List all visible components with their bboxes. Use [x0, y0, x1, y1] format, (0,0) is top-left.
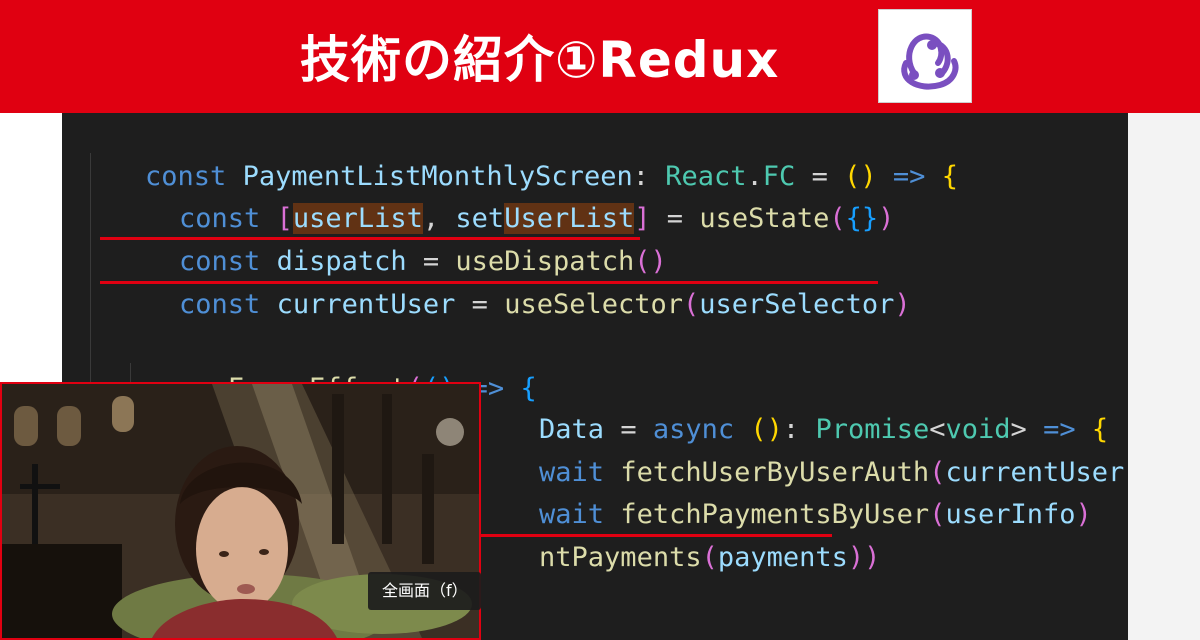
header-banner: 技術の紹介①Redux — [0, 0, 1200, 113]
code-token: ) — [878, 203, 895, 234]
code-token: = — [666, 203, 684, 234]
code-line-4: const currentUser = useSelector(userSele… — [114, 245, 911, 320]
code-line-2: const [userList, setUserList] = useState… — [114, 159, 894, 234]
code-token: )) — [847, 542, 881, 573]
fullscreen-tooltip: 全画面（f） — [368, 572, 481, 610]
annotation-underline — [100, 281, 878, 284]
code-token: const — [179, 289, 261, 320]
code-token: payments — [717, 542, 848, 573]
code-token: ( — [929, 499, 946, 530]
code-token: = — [471, 289, 488, 320]
code-token: => — [892, 161, 926, 192]
redux-logo-icon — [901, 33, 959, 90]
code-line-6: Data = async (): Promise<void> => { — [474, 370, 1108, 445]
code-token: ( — [701, 542, 718, 573]
redux-logo — [878, 9, 972, 103]
code-line-3: const dispatch = useDispatch() — [114, 202, 667, 277]
code-token: ntPayments — [539, 542, 702, 573]
code-token: ) — [1124, 457, 1128, 488]
code-token: { — [941, 161, 958, 192]
code-token: useState — [699, 203, 830, 234]
code-token: userInfo — [945, 499, 1076, 530]
right-margin — [1128, 113, 1200, 640]
code-line-5: useFocusEffect(() => { — [114, 329, 537, 404]
code-line-7: wait fetchUserByUserAuth(currentUser) — [474, 413, 1128, 488]
code-token: useSelector — [504, 289, 683, 320]
code-token: {} — [845, 203, 879, 234]
code-token: ( — [829, 203, 846, 234]
code-token: ) — [1075, 499, 1092, 530]
slide-title: 技術の紹介①Redux — [300, 31, 780, 89]
code-token: userSelector — [699, 289, 895, 320]
code-token: ) — [894, 289, 911, 320]
code-token: ( — [683, 289, 700, 320]
annotation-underline — [100, 237, 640, 240]
code-line-9: ntPayments(payments)) — [474, 498, 880, 573]
code-token: currentUser — [276, 289, 456, 320]
code-line-8: wait fetchPaymentsByUser(userInfo) — [474, 455, 1092, 530]
code-line-1: const PaymentListMonthlyScreen: React.FC… — [80, 117, 958, 192]
annotation-underline — [480, 534, 832, 537]
